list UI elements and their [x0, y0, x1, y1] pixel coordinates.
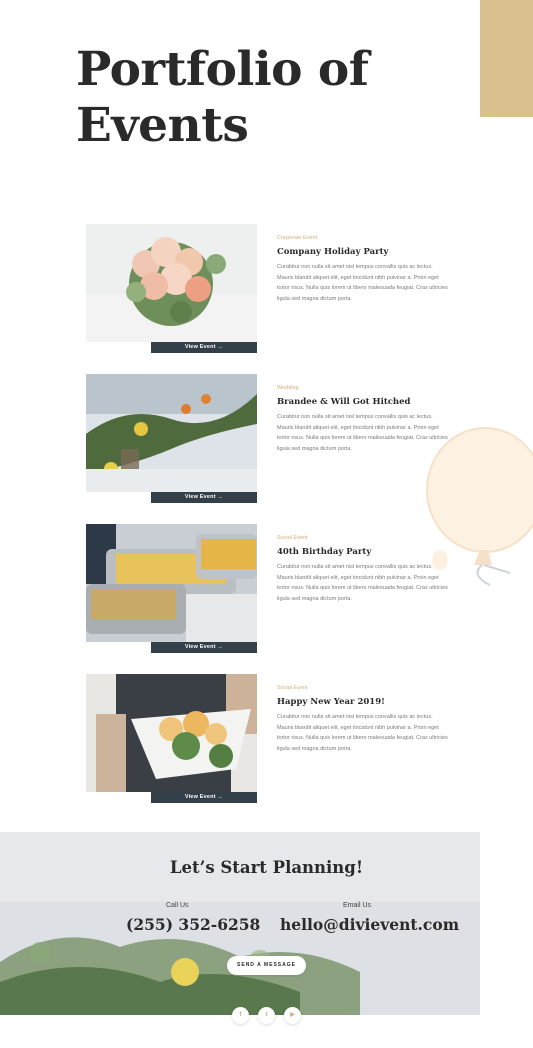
event-image-food-platter[interactable] — [86, 674, 257, 792]
contact-title: Let’s Start Planning! — [169, 858, 364, 877]
decorative-tan-block — [480, 0, 533, 117]
event-description: Curabitur non nulla sit amet nisl tempus… — [277, 564, 448, 602]
facebook-icon[interactable]: f — [232, 1007, 249, 1024]
event-category: Social Event — [277, 685, 308, 691]
event-category: Social Event — [277, 535, 308, 541]
event-title: Happy New Year 2019! — [277, 697, 385, 707]
page-title: Portfolio of Events — [76, 42, 369, 153]
event-category: Wedding — [277, 385, 299, 391]
call-label: Call Us — [166, 902, 189, 909]
event-card: View Event → Social Event 40th Birthday … — [86, 524, 466, 664]
event-card: View Event → Social Event Happy New Year… — [86, 674, 466, 814]
event-title: 40th Birthday Party — [277, 547, 372, 557]
email-address[interactable]: hello@divievent.com — [280, 915, 459, 934]
event-card: View Event → Corporate Event Company Hol… — [86, 224, 466, 364]
twitter-icon[interactable]: t — [258, 1007, 275, 1024]
event-card: View Event → Wedding Brandee & Will Got … — [86, 374, 466, 514]
view-event-button[interactable]: View Event → — [151, 492, 257, 503]
email-label: Email Us — [343, 902, 372, 909]
event-description: Curabitur non nulla sit amet nisl tempus… — [277, 714, 448, 752]
event-image-catering-trays[interactable] — [86, 524, 257, 642]
view-event-button[interactable]: View Event → — [151, 342, 257, 353]
event-description: Curabitur non nulla sit amet nisl tempus… — [277, 264, 448, 302]
view-event-button[interactable]: View Event → — [151, 642, 257, 653]
event-category: Corporate Event — [277, 235, 318, 241]
send-message-button[interactable]: SEND A MESSAGE — [227, 956, 306, 975]
event-title: Brandee & Will Got Hitched — [277, 397, 411, 407]
view-event-button[interactable]: View Event → — [151, 792, 257, 803]
youtube-icon[interactable]: ▶ — [284, 1007, 301, 1024]
event-description: Curabitur non nulla sit amet nisl tempus… — [277, 414, 448, 452]
event-title: Company Holiday Party — [277, 247, 389, 257]
event-image-flower-bouquet[interactable] — [86, 224, 257, 342]
phone-number[interactable]: (255) 352-6258 — [126, 915, 260, 934]
event-image-table-garland[interactable] — [86, 374, 257, 492]
